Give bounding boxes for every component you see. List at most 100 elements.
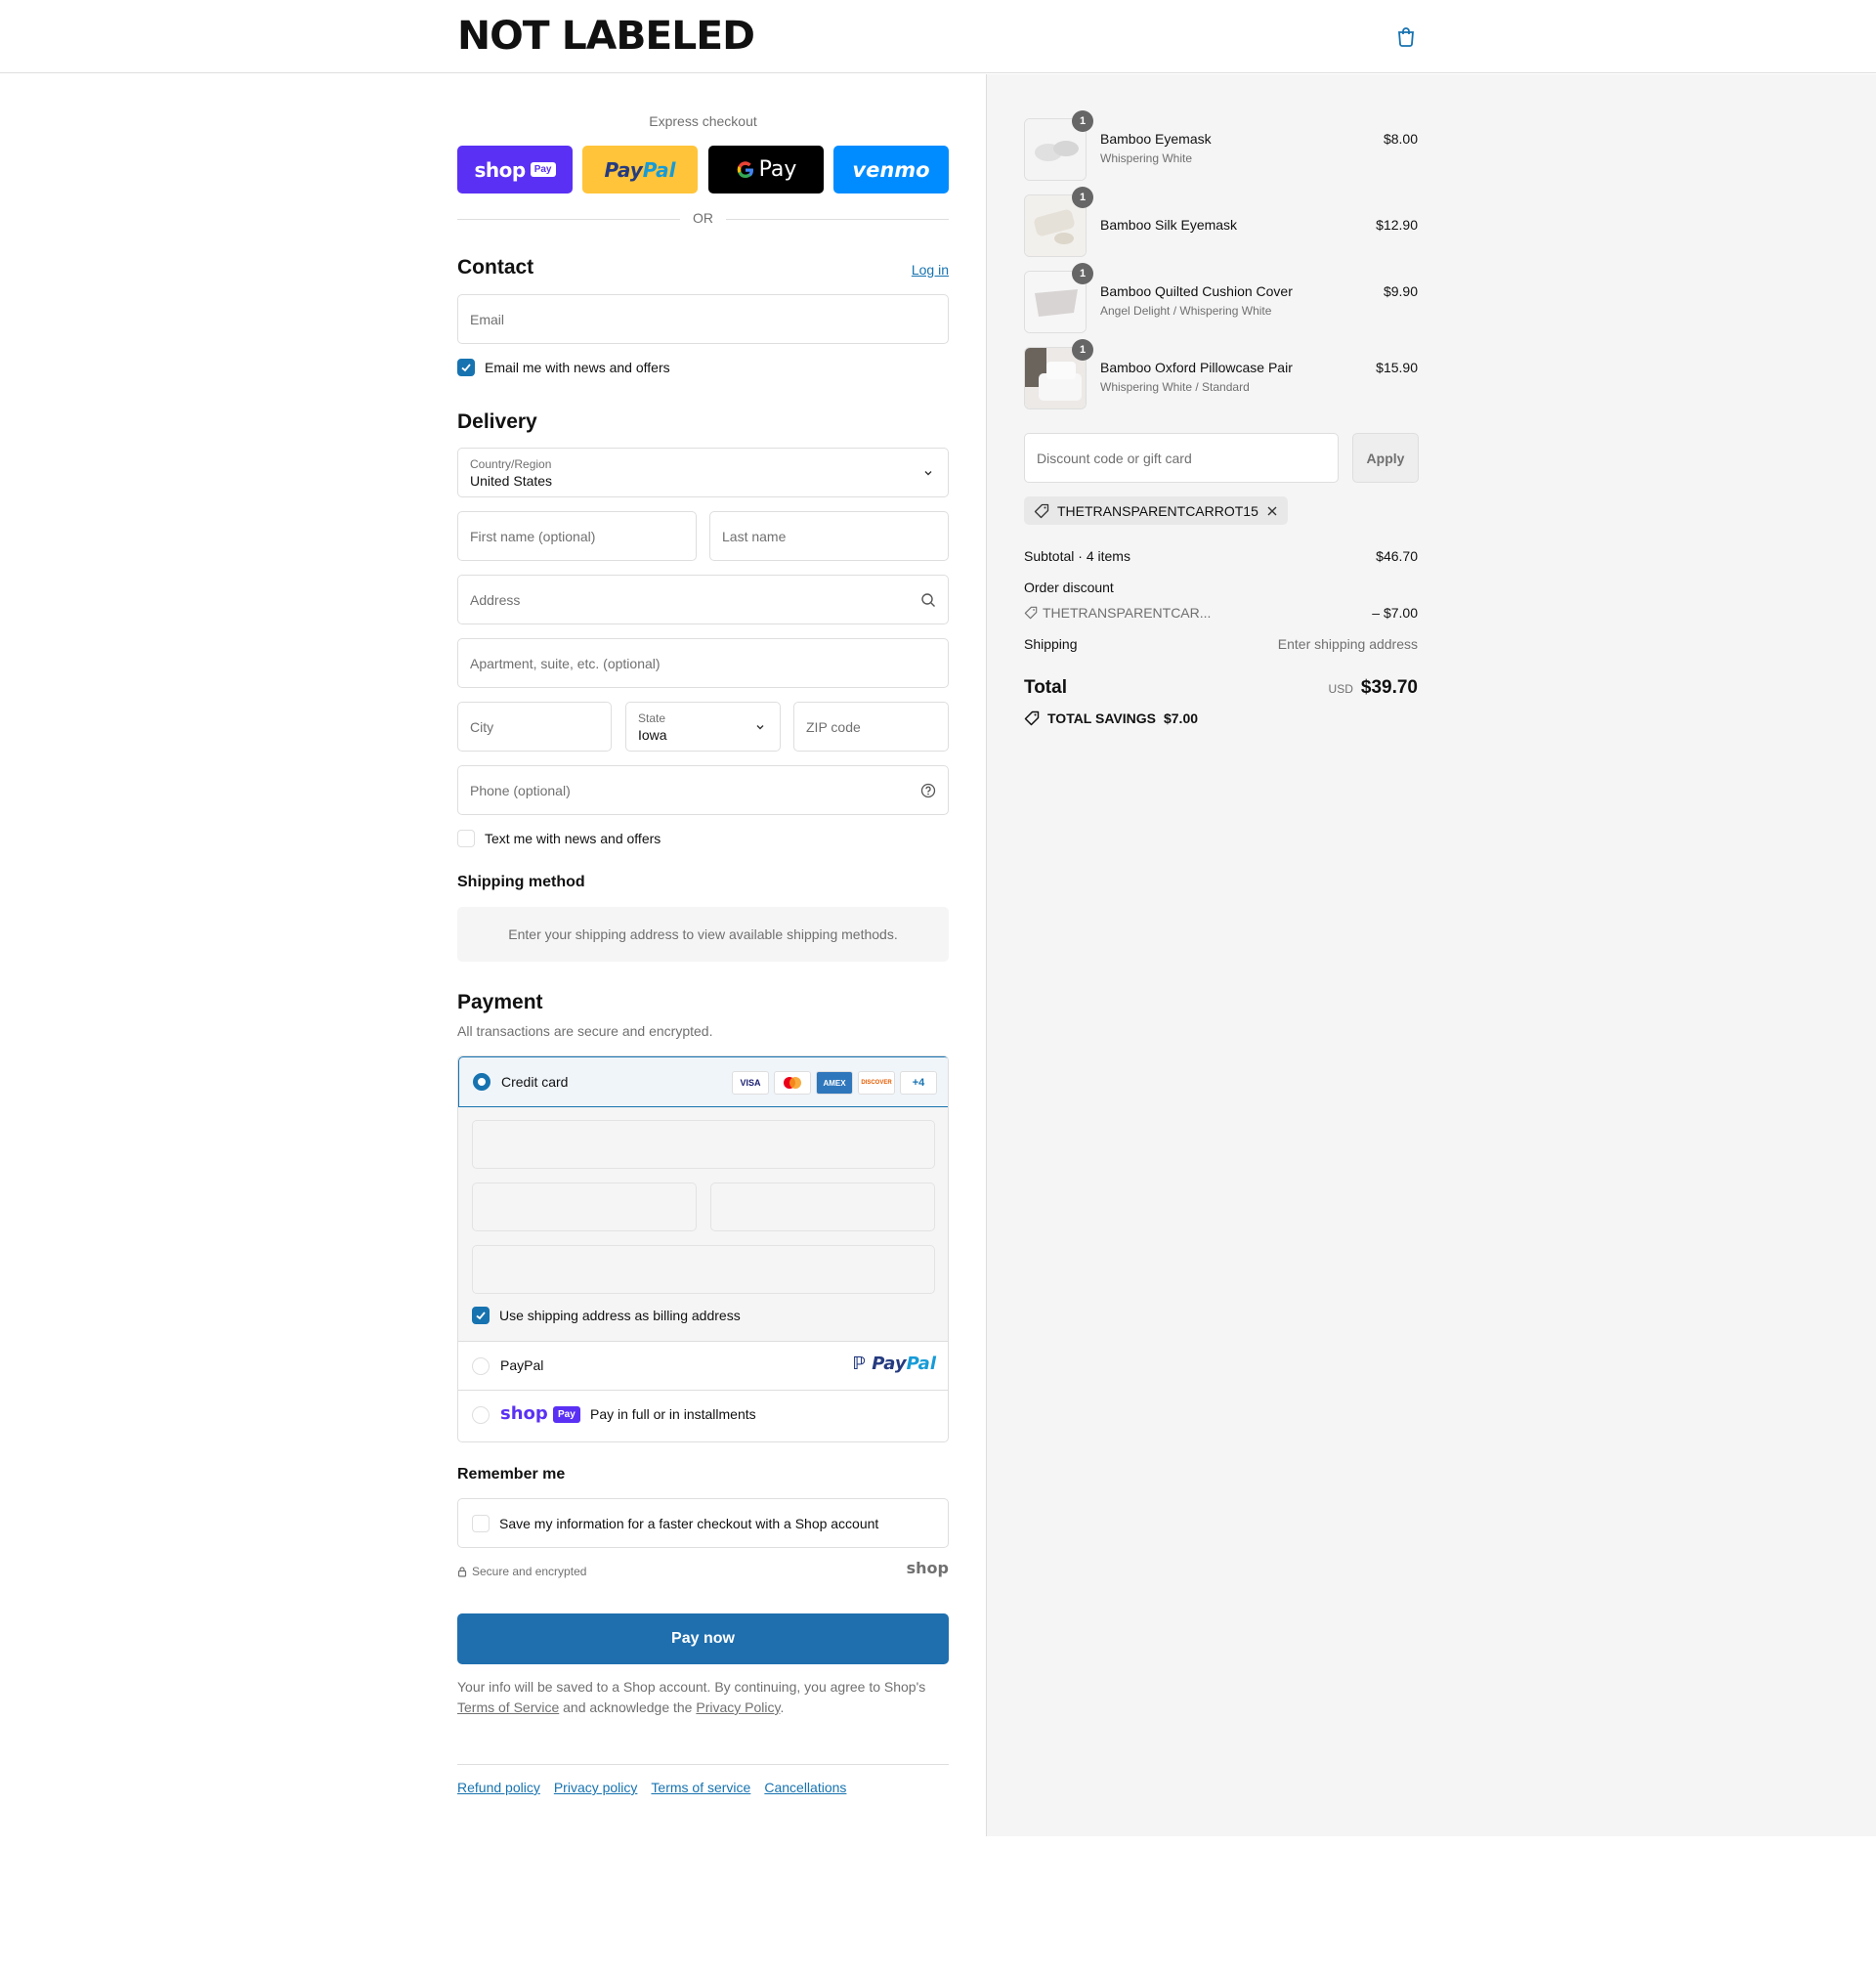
save-info-checkbox[interactable] bbox=[472, 1515, 490, 1532]
zip-field[interactable]: ZIP code bbox=[793, 702, 949, 752]
terms-link[interactable]: Terms of Service bbox=[457, 1699, 559, 1715]
cart-item: 1 Bamboo Eyemask Whispering White $8.00 bbox=[1024, 110, 1418, 181]
discount-placeholder: Discount code or gift card bbox=[1037, 451, 1192, 466]
store-logo[interactable]: NOT LABELED bbox=[457, 16, 755, 57]
country-value: United States bbox=[470, 473, 553, 489]
shop-pay-badge: Pay bbox=[530, 162, 556, 177]
help-circle-icon[interactable] bbox=[920, 783, 936, 798]
billing-address-label: Use shipping address as billing address bbox=[499, 1308, 741, 1323]
state-select[interactable]: State Iowa bbox=[625, 702, 781, 752]
checkmark-icon bbox=[476, 1312, 486, 1320]
paypal-label: PayPal bbox=[500, 1357, 544, 1373]
shipping-row: Shipping Enter shipping address bbox=[1024, 636, 1418, 652]
apartment-field[interactable]: Apartment, suite, etc. (optional) bbox=[457, 638, 949, 688]
email-news-label: Email me with news and offers bbox=[485, 360, 670, 375]
express-checkout-title: Express checkout bbox=[649, 113, 757, 129]
apply-discount-button[interactable]: Apply bbox=[1352, 433, 1419, 483]
checkmark-icon bbox=[461, 364, 471, 372]
header: NOT LABELED bbox=[0, 0, 1876, 73]
terms-of-service-link[interactable]: Terms of service bbox=[651, 1780, 750, 1795]
shop-pay-option[interactable]: shop Pay Pay in full or in installments bbox=[458, 1391, 948, 1440]
text-news-option[interactable]: Text me with news and offers bbox=[457, 830, 661, 847]
billing-address-option[interactable]: Use shipping address as billing address bbox=[472, 1307, 741, 1324]
last-name-field[interactable]: Last name bbox=[709, 511, 949, 561]
credit-card-label: Credit card bbox=[501, 1074, 569, 1090]
shopping-bag-icon[interactable] bbox=[1395, 25, 1417, 47]
shop-pay-badge: Pay bbox=[553, 1406, 580, 1423]
email-news-checkbox[interactable] bbox=[457, 359, 475, 376]
tag-icon bbox=[1024, 606, 1038, 620]
card-name-field[interactable] bbox=[472, 1245, 935, 1294]
remember-me-heading: Remember me bbox=[457, 1466, 566, 1483]
credit-card-option[interactable]: Credit card VISA AMEX DISCOVER +4 bbox=[458, 1056, 948, 1107]
cancellations-link[interactable]: Cancellations bbox=[764, 1780, 846, 1795]
paypal-button[interactable]: PayPal bbox=[582, 146, 698, 194]
cart-item: 1 Bamboo Silk Eyemask $12.90 bbox=[1024, 187, 1418, 257]
last-name-placeholder: Last name bbox=[722, 529, 787, 544]
tag-icon bbox=[1034, 503, 1049, 518]
venmo-logo: venmo bbox=[852, 157, 930, 182]
subtotal-value: $46.70 bbox=[1376, 548, 1418, 564]
quantity-badge: 1 bbox=[1072, 187, 1093, 208]
email-field[interactable]: Email bbox=[457, 294, 949, 344]
order-discount-row: Order discount bbox=[1024, 580, 1418, 595]
address-field[interactable]: Address bbox=[457, 575, 949, 624]
card-expiry-field[interactable] bbox=[472, 1182, 697, 1231]
card-details-form: Use shipping address as billing address bbox=[458, 1107, 948, 1342]
privacy-policy-link[interactable]: Privacy policy bbox=[554, 1780, 638, 1795]
venmo-button[interactable]: venmo bbox=[833, 146, 949, 194]
item-name: Bamboo Eyemask bbox=[1100, 131, 1212, 147]
city-placeholder: City bbox=[470, 719, 494, 735]
item-name: Bamboo Oxford Pillowcase Pair bbox=[1100, 360, 1293, 375]
total-value: $39.70 bbox=[1360, 677, 1418, 698]
chevron-down-icon bbox=[756, 725, 764, 730]
privacy-link[interactable]: Privacy Policy bbox=[696, 1699, 780, 1715]
email-news-option[interactable]: Email me with news and offers bbox=[457, 359, 670, 376]
card-number-field[interactable] bbox=[472, 1120, 935, 1169]
shop-pay-button[interactable]: shop Pay bbox=[457, 146, 573, 194]
pay-now-button[interactable]: Pay now bbox=[457, 1613, 949, 1664]
shipping-value: Enter shipping address bbox=[1277, 636, 1418, 652]
shipping-label: Shipping bbox=[1024, 636, 1078, 652]
paypal-option[interactable]: PayPal ℙ PayPal bbox=[458, 1342, 948, 1391]
amex-icon: AMEX bbox=[816, 1071, 853, 1095]
google-pay-logo: Pay bbox=[736, 157, 796, 182]
save-info-label: Save my information for a faster checkou… bbox=[499, 1516, 879, 1531]
address-placeholder: Address bbox=[470, 592, 521, 608]
footer-divider bbox=[457, 1764, 949, 1765]
item-name: Bamboo Quilted Cushion Cover bbox=[1100, 283, 1293, 299]
first-name-field[interactable]: First name (optional) bbox=[457, 511, 697, 561]
discount-value: – $7.00 bbox=[1372, 605, 1418, 621]
card-cvv-field[interactable] bbox=[710, 1182, 935, 1231]
remember-me-box: Save my information for a faster checkou… bbox=[457, 1498, 949, 1548]
paypal-radio[interactable] bbox=[472, 1357, 490, 1375]
paypal-logo: ℙ PayPal bbox=[852, 1354, 936, 1374]
login-link[interactable]: Log in bbox=[912, 262, 949, 278]
google-pay-button[interactable]: Pay bbox=[708, 146, 824, 194]
country-select[interactable]: Country/Region United States bbox=[457, 448, 949, 497]
city-field[interactable]: City bbox=[457, 702, 612, 752]
shop-logo: shop bbox=[500, 1403, 548, 1424]
discount-code-field[interactable]: Discount code or gift card bbox=[1024, 433, 1339, 483]
billing-address-checkbox[interactable] bbox=[472, 1307, 490, 1324]
secure-note: Secure and encrypted bbox=[457, 1565, 586, 1578]
discount-code-short: THETRANSPARENTCAR... bbox=[1043, 605, 1212, 621]
shop-pay-logo: shop bbox=[474, 157, 527, 182]
payment-heading: Payment bbox=[457, 991, 543, 1013]
google-g-icon bbox=[737, 160, 753, 178]
close-icon[interactable] bbox=[1266, 505, 1278, 517]
save-info-option[interactable]: Save my information for a faster checkou… bbox=[472, 1515, 878, 1532]
cart-item: 1 Bamboo Oxford Pillowcase Pair Whisperi… bbox=[1024, 339, 1418, 409]
text-news-label: Text me with news and offers bbox=[485, 831, 661, 846]
state-value: Iowa bbox=[638, 727, 667, 743]
credit-card-radio[interactable] bbox=[473, 1073, 490, 1091]
phone-field[interactable]: Phone (optional) bbox=[457, 765, 949, 815]
item-price: $8.00 bbox=[1383, 131, 1418, 147]
quantity-badge: 1 bbox=[1072, 110, 1093, 132]
shop-installments-label: Pay in full or in installments bbox=[590, 1406, 756, 1422]
refund-policy-link[interactable]: Refund policy bbox=[457, 1780, 540, 1795]
shop-pay-radio[interactable] bbox=[472, 1406, 490, 1424]
item-price: $9.90 bbox=[1383, 283, 1418, 299]
text-news-checkbox[interactable] bbox=[457, 830, 475, 847]
tag-icon bbox=[1024, 710, 1040, 726]
